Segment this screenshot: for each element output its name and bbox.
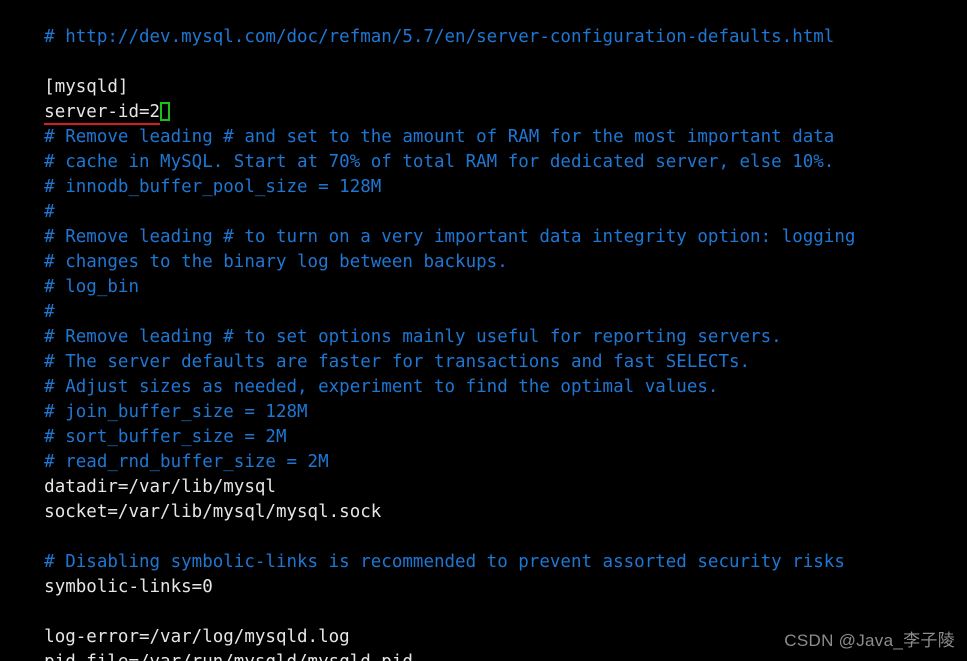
terminal-line: # Disabling symbolic-links is recommende…: [0, 525, 967, 572]
terminal-line-edited[interactable]: server-id=2: [0, 75, 967, 125]
terminal-line: [mysqld]: [0, 50, 967, 97]
terminal-line: # innodb_buffer_pool_size = 128M: [0, 150, 967, 197]
terminal-line: log-error=/var/log/mysqld.log: [0, 600, 967, 647]
terminal-line: symbolic-links=0: [0, 550, 967, 597]
terminal-line: # Remove leading # to set options mainly…: [0, 300, 967, 347]
terminal-line: pid-file=/var/run/mysqld/mysqld.pid: [0, 625, 967, 661]
terminal-line: # Remove leading # to turn on a very imp…: [0, 200, 967, 247]
terminal-line: # log_bin: [0, 250, 967, 297]
terminal-line: datadir=/var/lib/mysql: [0, 450, 967, 497]
terminal-line: socket=/var/lib/mysql/mysql.sock: [0, 475, 967, 522]
terminal-line: # join_buffer_size = 128M: [0, 375, 967, 422]
terminal-line: # sort_buffer_size = 2M: [0, 400, 967, 447]
terminal-line: #: [0, 275, 967, 322]
terminal-line: # http://dev.mysql.com/doc/refman/5.7/en…: [0, 0, 967, 47]
terminal-line: # read_rnd_buffer_size = 2M: [0, 425, 967, 472]
terminal-line: # Adjust sizes as needed, experiment to …: [0, 350, 967, 397]
terminal-window[interactable]: # http://dev.mysql.com/doc/refman/5.7/en…: [0, 0, 967, 661]
terminal-line: # cache in MySQL. Start at 70% of total …: [0, 125, 967, 172]
terminal-line: # The server defaults are faster for tra…: [0, 325, 967, 372]
line-text: pid-file=/var/run/mysqld/mysqld.pid: [44, 652, 413, 661]
terminal-line: # Remove leading # and set to the amount…: [0, 100, 967, 147]
terminal-line: # changes to the binary log between back…: [0, 225, 967, 272]
terminal-line: #: [0, 175, 967, 222]
